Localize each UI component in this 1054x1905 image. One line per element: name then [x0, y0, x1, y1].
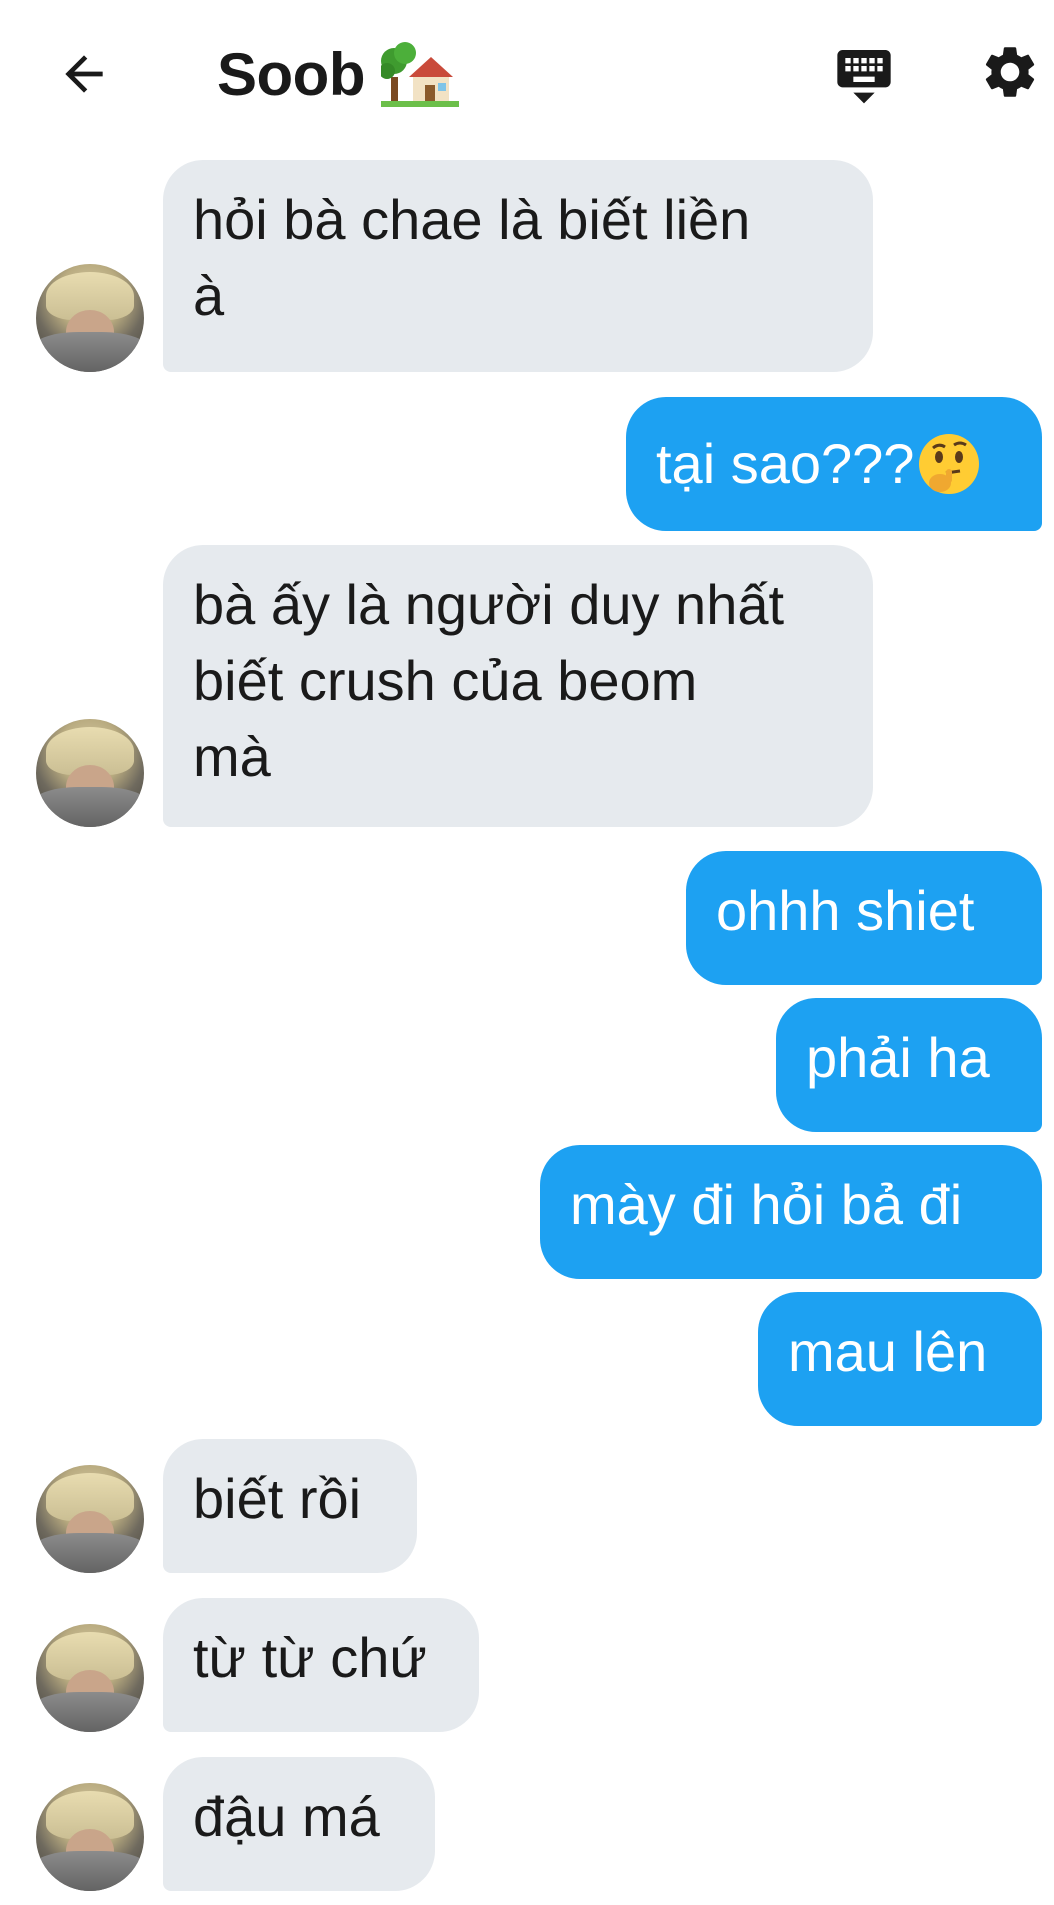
- house-with-tree-emoji-icon: [380, 39, 459, 109]
- contact-avatar[interactable]: [36, 1465, 144, 1573]
- contact-avatar[interactable]: [36, 719, 144, 827]
- message-row: đậu má: [0, 1757, 1054, 1891]
- contact-name: Soob: [217, 40, 365, 108]
- dm-conversation-screen: Soob hỏi bà chae là biết liền à tại sao?…: [0, 0, 1054, 1905]
- outgoing-message-bubble[interactable]: tại sao???: [626, 397, 1042, 531]
- message-text: tại sao???: [656, 432, 915, 495]
- back-button[interactable]: [52, 42, 116, 106]
- contact-avatar[interactable]: [36, 1624, 144, 1732]
- keyboard-toggle-button[interactable]: [830, 40, 898, 108]
- contact-avatar[interactable]: [36, 264, 144, 372]
- keyboard-icon: [837, 50, 891, 104]
- message-row: bà ấy là người duy nhất biết crush của b…: [0, 545, 1054, 827]
- gear-icon: [985, 47, 1035, 97]
- conversation-title[interactable]: Soob: [217, 36, 459, 112]
- thinking-face-emoji-icon: [919, 434, 980, 494]
- message-row: mày đi hỏi bả đi: [0, 1145, 1054, 1279]
- conversation-header: Soob: [0, 0, 1054, 150]
- outgoing-message-bubble[interactable]: mày đi hỏi bả đi: [540, 1145, 1042, 1279]
- message-row: phải ha: [0, 998, 1054, 1132]
- contact-avatar[interactable]: [36, 1783, 144, 1891]
- outgoing-message-bubble[interactable]: mau lên: [758, 1292, 1042, 1426]
- outgoing-message-bubble[interactable]: phải ha: [776, 998, 1042, 1132]
- arrow-left-icon: [65, 55, 103, 93]
- incoming-message-bubble[interactable]: biết rồi: [163, 1439, 417, 1573]
- message-row: từ từ chứ: [0, 1598, 1054, 1732]
- incoming-message-bubble[interactable]: đậu má: [163, 1757, 435, 1891]
- incoming-message-bubble[interactable]: từ từ chứ: [163, 1598, 479, 1732]
- message-row: biết rồi: [0, 1439, 1054, 1573]
- message-row: hỏi bà chae là biết liền à: [0, 160, 1054, 372]
- message-row: ohhh shiet: [0, 851, 1054, 985]
- incoming-message-bubble[interactable]: bà ấy là người duy nhất biết crush của b…: [163, 545, 873, 827]
- settings-button[interactable]: [976, 38, 1044, 106]
- outgoing-message-bubble[interactable]: ohhh shiet: [686, 851, 1042, 985]
- incoming-message-bubble[interactable]: hỏi bà chae là biết liền à: [163, 160, 873, 372]
- message-row: mau lên: [0, 1292, 1054, 1426]
- message-row: tại sao???: [0, 397, 1054, 531]
